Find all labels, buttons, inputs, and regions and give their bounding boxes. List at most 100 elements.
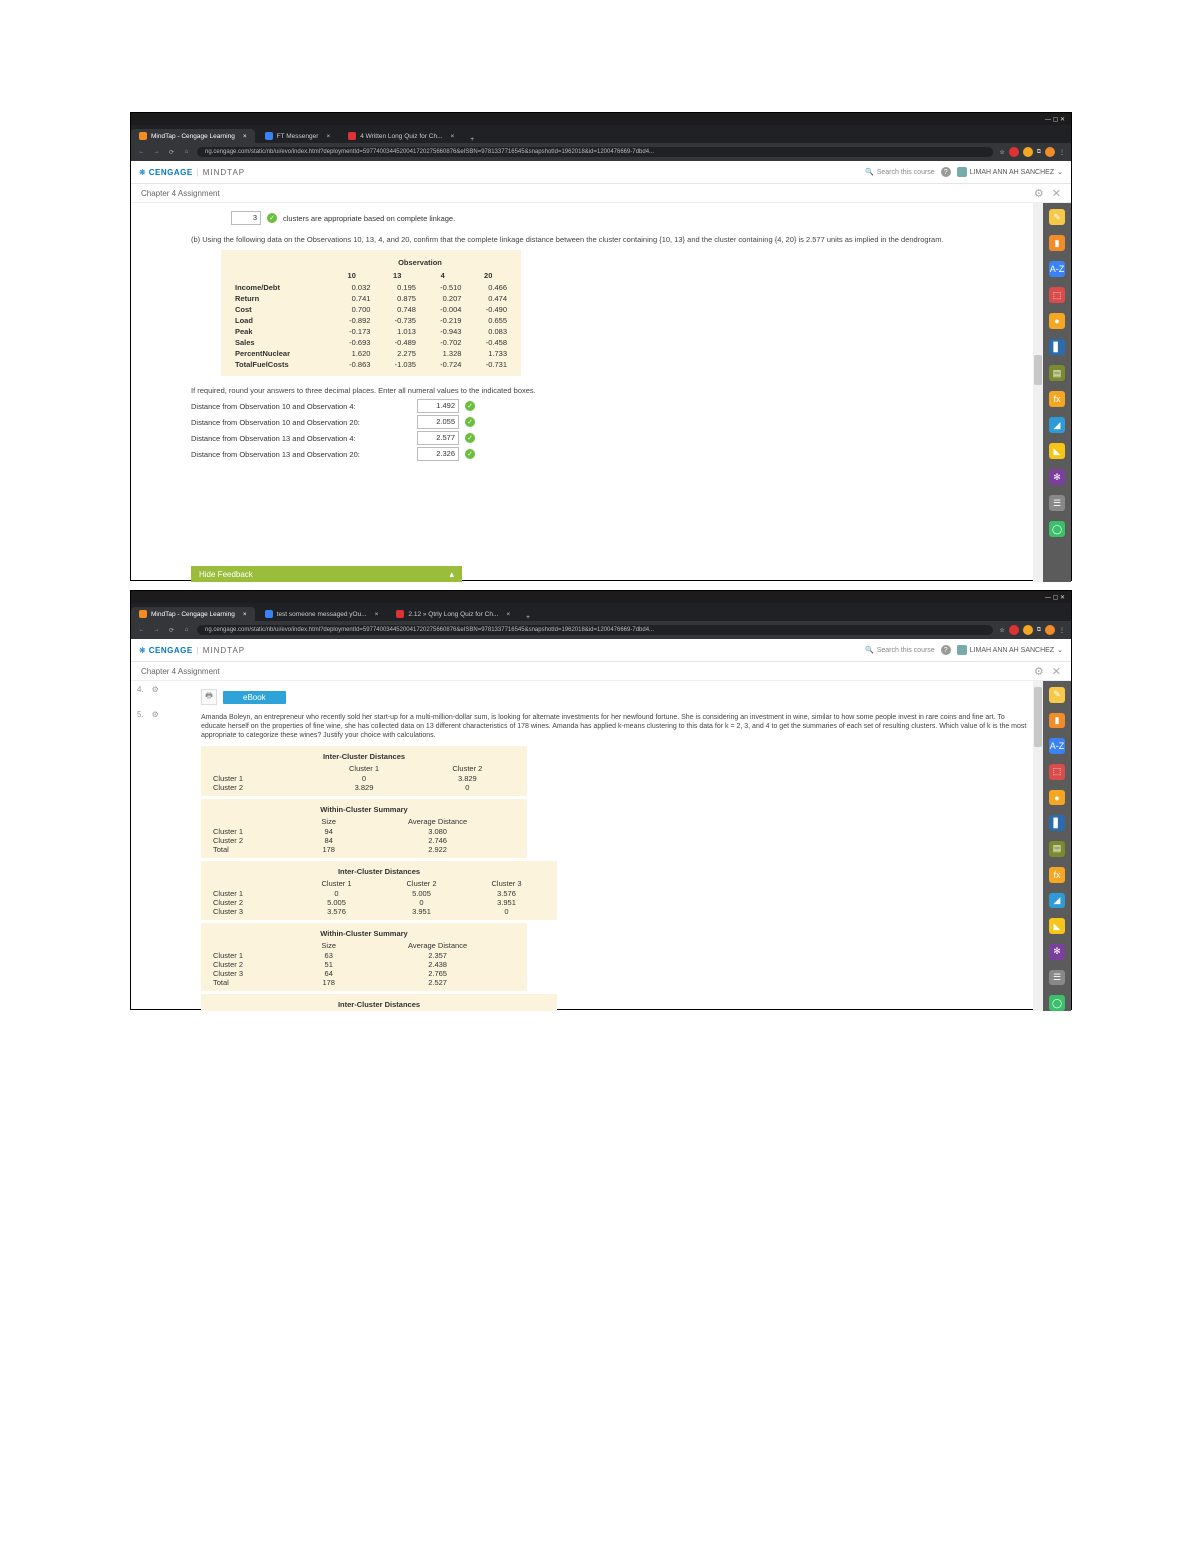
- address-bar[interactable]: ng.cengage.com/static/nb/ui/evo/index.ht…: [197, 147, 993, 157]
- new-tab-button[interactable]: +: [464, 136, 480, 143]
- close-tab-icon[interactable]: ×: [506, 611, 510, 618]
- home-icon[interactable]: ⌂: [182, 626, 191, 635]
- rail-icon[interactable]: ☰: [1049, 495, 1065, 511]
- ext-icon-2[interactable]: [1023, 147, 1033, 157]
- user-menu[interactable]: LIMAH ANN AH SANCHEZ ⌄: [957, 645, 1063, 655]
- rail-icon[interactable]: A-Z: [1049, 261, 1065, 277]
- hide-feedback-button[interactable]: Hide Feedback▴: [191, 566, 462, 582]
- address-bar[interactable]: ng.cengage.com/static/nb/ui/evo/index.ht…: [197, 625, 993, 635]
- rail-icon[interactable]: ●: [1049, 313, 1065, 329]
- rail-icon[interactable]: fx: [1049, 867, 1065, 883]
- distance-input[interactable]: 1.492: [417, 399, 459, 413]
- rail-icon[interactable]: ☰: [1049, 970, 1065, 986]
- rail-icon[interactable]: ⬚: [1049, 764, 1065, 780]
- browser-tab[interactable]: FT Messenger×: [257, 129, 339, 143]
- back-icon[interactable]: ←: [137, 148, 146, 157]
- forward-icon[interactable]: →: [152, 148, 161, 157]
- favicon: [348, 132, 356, 140]
- content-area: 4.⚙ 5.⚙ 🖶 eBook Amanda Boleyn, an entrepr…: [131, 681, 1043, 1011]
- help-icon[interactable]: ?: [941, 167, 951, 177]
- rail-icon[interactable]: ▤: [1049, 365, 1065, 381]
- rail-icon[interactable]: A-Z: [1049, 738, 1065, 754]
- search-course[interactable]: 🔍Search this course: [865, 646, 935, 654]
- rail-icon[interactable]: ✎: [1049, 687, 1065, 703]
- scrollbar[interactable]: [1033, 681, 1043, 1011]
- distance-input[interactable]: 2.577: [417, 431, 459, 445]
- ext-puzzle-icon[interactable]: ⧉: [1037, 627, 1041, 634]
- check-icon: ✓: [465, 401, 475, 411]
- close-tab-icon[interactable]: ×: [243, 133, 247, 140]
- rail-icon[interactable]: ◯: [1049, 521, 1065, 537]
- favicon: [265, 610, 273, 618]
- rail-icon[interactable]: ◯: [1049, 995, 1065, 1011]
- close-icon[interactable]: ✕: [1052, 187, 1061, 200]
- browser-tab[interactable]: 2.12 » Qtrly Long Quiz for Ch...×: [388, 607, 518, 621]
- star-icon[interactable]: ☆: [999, 627, 1004, 634]
- scrollbar[interactable]: [1033, 203, 1043, 582]
- gear-icon[interactable]: ⚙: [1034, 187, 1044, 200]
- ext-icon-1[interactable]: [1009, 625, 1019, 635]
- distance-input[interactable]: 2.326: [417, 447, 459, 461]
- cengage-logo: CENGAGE: [149, 646, 193, 655]
- help-icon[interactable]: ?: [941, 645, 951, 655]
- print-icon[interactable]: 🖶: [201, 689, 217, 705]
- user-menu[interactable]: LIMAH ANN AH SANCHEZ ⌄: [957, 167, 1063, 177]
- gear-icon[interactable]: ⚙: [152, 710, 159, 719]
- ext-icon-1[interactable]: [1009, 147, 1019, 157]
- ext-puzzle-icon[interactable]: ⧉: [1037, 149, 1041, 156]
- browser-tab[interactable]: 4 Written Long Quiz for Ch...×: [340, 129, 462, 143]
- rail-icon[interactable]: ▋: [1049, 815, 1065, 831]
- back-icon[interactable]: ←: [137, 626, 146, 635]
- browser-tab[interactable]: MindTap - Cengage Learning×: [131, 129, 255, 143]
- browser-tab[interactable]: test someone messaged yOu...×: [257, 607, 387, 621]
- search-course[interactable]: 🔍Search this course: [865, 168, 935, 176]
- forward-icon[interactable]: →: [152, 626, 161, 635]
- rail-icon[interactable]: ◢: [1049, 417, 1065, 433]
- ebook-button[interactable]: eBook: [223, 691, 286, 704]
- avatar-icon[interactable]: [1045, 625, 1055, 635]
- close-tab-icon[interactable]: ×: [375, 611, 379, 618]
- menu-icon[interactable]: ⋮: [1059, 149, 1065, 156]
- close-icon[interactable]: ✕: [1052, 665, 1061, 678]
- gear-icon[interactable]: ⚙: [1034, 665, 1044, 678]
- rail-icon[interactable]: ◣: [1049, 918, 1065, 934]
- rail-icon[interactable]: ◢: [1049, 893, 1065, 909]
- rail-icon[interactable]: ◣: [1049, 443, 1065, 459]
- close-tab-icon[interactable]: ×: [326, 133, 330, 140]
- check-icon: ✓: [465, 449, 475, 459]
- home-icon[interactable]: ⌂: [182, 148, 191, 157]
- reload-icon[interactable]: ⟳: [167, 148, 176, 157]
- rail-icon[interactable]: ●: [1049, 790, 1065, 806]
- favicon: [139, 610, 147, 618]
- star-icon[interactable]: ☆: [999, 149, 1004, 156]
- ext-icon-2[interactable]: [1023, 625, 1033, 635]
- close-tab-icon[interactable]: ×: [243, 611, 247, 618]
- check-icon: ✓: [465, 433, 475, 443]
- menu-icon[interactable]: ⋮: [1059, 627, 1065, 634]
- browser-tab[interactable]: MindTap - Cengage Learning×: [131, 607, 255, 621]
- problem-text: Amanda Boleyn, an entrepreneur who recen…: [201, 713, 1031, 740]
- close-tab-icon[interactable]: ×: [450, 133, 454, 140]
- rail-icon[interactable]: ▋: [1049, 339, 1065, 355]
- favicon: [265, 132, 273, 140]
- distance-label: Distance from Observation 13 and Observa…: [191, 450, 411, 459]
- cengage-logo-icon: ❋: [139, 168, 146, 177]
- rail-icon[interactable]: ▤: [1049, 841, 1065, 857]
- new-tab-button[interactable]: +: [520, 614, 536, 621]
- rail-icon[interactable]: ▮: [1049, 713, 1065, 729]
- reload-icon[interactable]: ⟳: [167, 626, 176, 635]
- rail-icon[interactable]: ⬚: [1049, 287, 1065, 303]
- favicon: [396, 610, 404, 618]
- gear-icon[interactable]: ⚙: [152, 685, 159, 694]
- answer-input-a[interactable]: 3: [231, 211, 261, 225]
- avatar-icon[interactable]: [1045, 147, 1055, 157]
- question-nav[interactable]: 5.⚙: [137, 710, 159, 719]
- rail-icon[interactable]: ✻: [1049, 944, 1065, 960]
- rail-icon[interactable]: ✻: [1049, 469, 1065, 485]
- distance-label: Distance from Observation 10 and Observa…: [191, 418, 411, 427]
- distance-input[interactable]: 2.055: [417, 415, 459, 429]
- rail-icon[interactable]: ▮: [1049, 235, 1065, 251]
- rail-icon[interactable]: ✎: [1049, 209, 1065, 225]
- rail-icon[interactable]: fx: [1049, 391, 1065, 407]
- question-nav[interactable]: 4.⚙: [137, 685, 159, 694]
